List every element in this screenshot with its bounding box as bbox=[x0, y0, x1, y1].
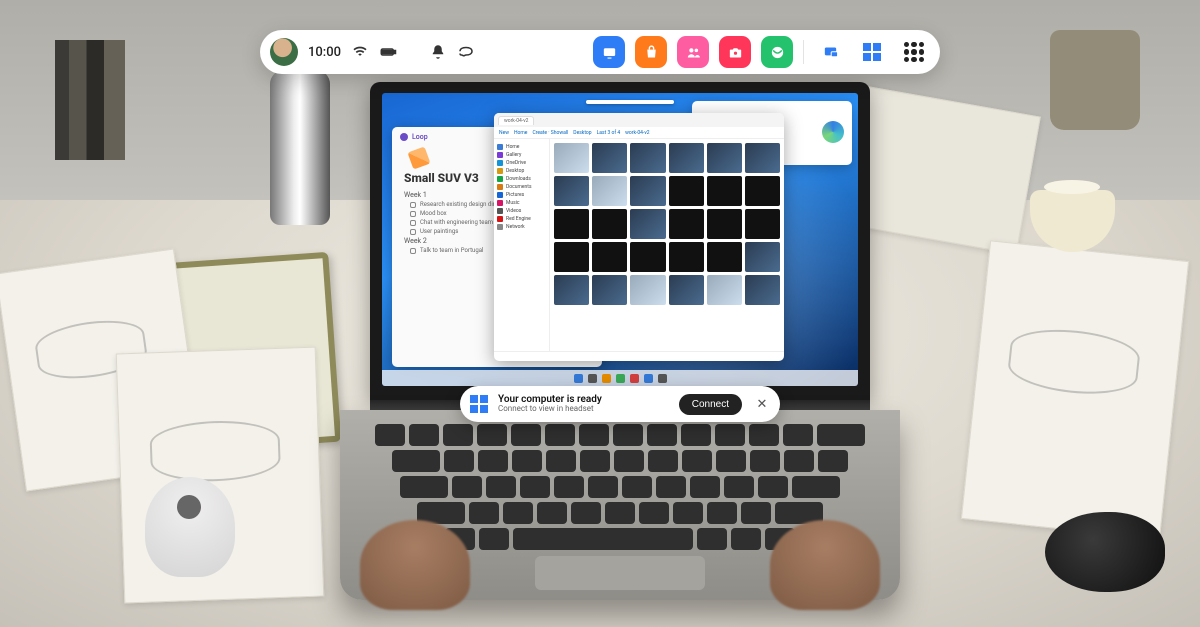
window-drag-handle[interactable] bbox=[586, 100, 674, 104]
connect-notification: Your computer is ready Connect to view i… bbox=[460, 386, 780, 422]
thermos bbox=[270, 70, 330, 225]
battery-icon[interactable] bbox=[379, 43, 397, 61]
all-apps-icon[interactable] bbox=[898, 36, 930, 68]
notifications-icon[interactable] bbox=[429, 43, 447, 61]
sketch-paper bbox=[961, 240, 1189, 539]
laptop: Loop Small SUV V3 Week 1 Research existi… bbox=[370, 82, 870, 600]
browser-logo-icon bbox=[822, 121, 844, 143]
store-app-icon[interactable] bbox=[635, 36, 667, 68]
laptop-screen: Loop Small SUV V3 Week 1 Research existi… bbox=[382, 93, 858, 386]
wifi-icon[interactable] bbox=[351, 43, 369, 61]
taskbar-app-icon[interactable] bbox=[658, 374, 667, 383]
file-explorer-window[interactable]: work-04-v2 New Home Create · Showall Des… bbox=[494, 113, 784, 361]
taskbar-app-icon[interactable] bbox=[588, 374, 597, 383]
pencil-icon bbox=[407, 146, 430, 169]
user-hand bbox=[360, 520, 470, 610]
laptop-keyboard bbox=[340, 410, 900, 600]
start-icon[interactable] bbox=[574, 374, 583, 383]
taskbar-app-icon[interactable] bbox=[644, 374, 653, 383]
clock: 10:00 bbox=[308, 45, 341, 60]
explorer-thumbnails[interactable] bbox=[550, 139, 784, 351]
user-hand bbox=[770, 520, 880, 610]
explorer-toolbar[interactable]: New Home Create · Showall Desktop Last 3… bbox=[494, 127, 784, 139]
tv-app-icon[interactable] bbox=[593, 36, 625, 68]
vr-controller bbox=[145, 477, 235, 577]
trackpad bbox=[535, 556, 705, 590]
taskbar-app-icon[interactable] bbox=[602, 374, 611, 383]
people-app-icon[interactable] bbox=[677, 36, 709, 68]
explorer-titlebar[interactable]: work-04-v2 bbox=[494, 113, 784, 127]
explorer-tab[interactable]: work-04-v2 bbox=[498, 116, 534, 125]
windows-icon[interactable] bbox=[856, 36, 888, 68]
taskbar-app-icon[interactable] bbox=[616, 374, 625, 383]
connect-button[interactable]: Connect bbox=[679, 394, 742, 415]
cast-screen-icon[interactable] bbox=[814, 36, 846, 68]
laptop-bezel: Loop Small SUV V3 Week 1 Research existi… bbox=[370, 82, 870, 400]
headset-icon[interactable] bbox=[457, 43, 475, 61]
explorer-sidebar[interactable]: Home Gallery OneDrive Desktop Downloads … bbox=[494, 139, 550, 351]
browser-app-icon[interactable] bbox=[761, 36, 793, 68]
explorer-statusbar bbox=[494, 351, 784, 361]
vr-system-bar: 10:00 bbox=[260, 30, 940, 74]
windows-taskbar[interactable] bbox=[382, 370, 858, 386]
close-icon[interactable]: ✕ bbox=[752, 394, 772, 414]
camera-app-icon[interactable] bbox=[719, 36, 751, 68]
notification-subtitle: Connect to view in headset bbox=[498, 405, 669, 413]
separator bbox=[803, 40, 804, 64]
pencil-cup bbox=[1050, 30, 1140, 130]
user-avatar[interactable] bbox=[270, 38, 298, 66]
mixed-reality-scene: Loop Small SUV V3 Week 1 Research existi… bbox=[0, 0, 1200, 627]
stone bbox=[1045, 512, 1165, 592]
taskbar-app-icon[interactable] bbox=[630, 374, 639, 383]
windows-icon bbox=[470, 395, 488, 413]
bookshelf-books bbox=[55, 40, 125, 160]
